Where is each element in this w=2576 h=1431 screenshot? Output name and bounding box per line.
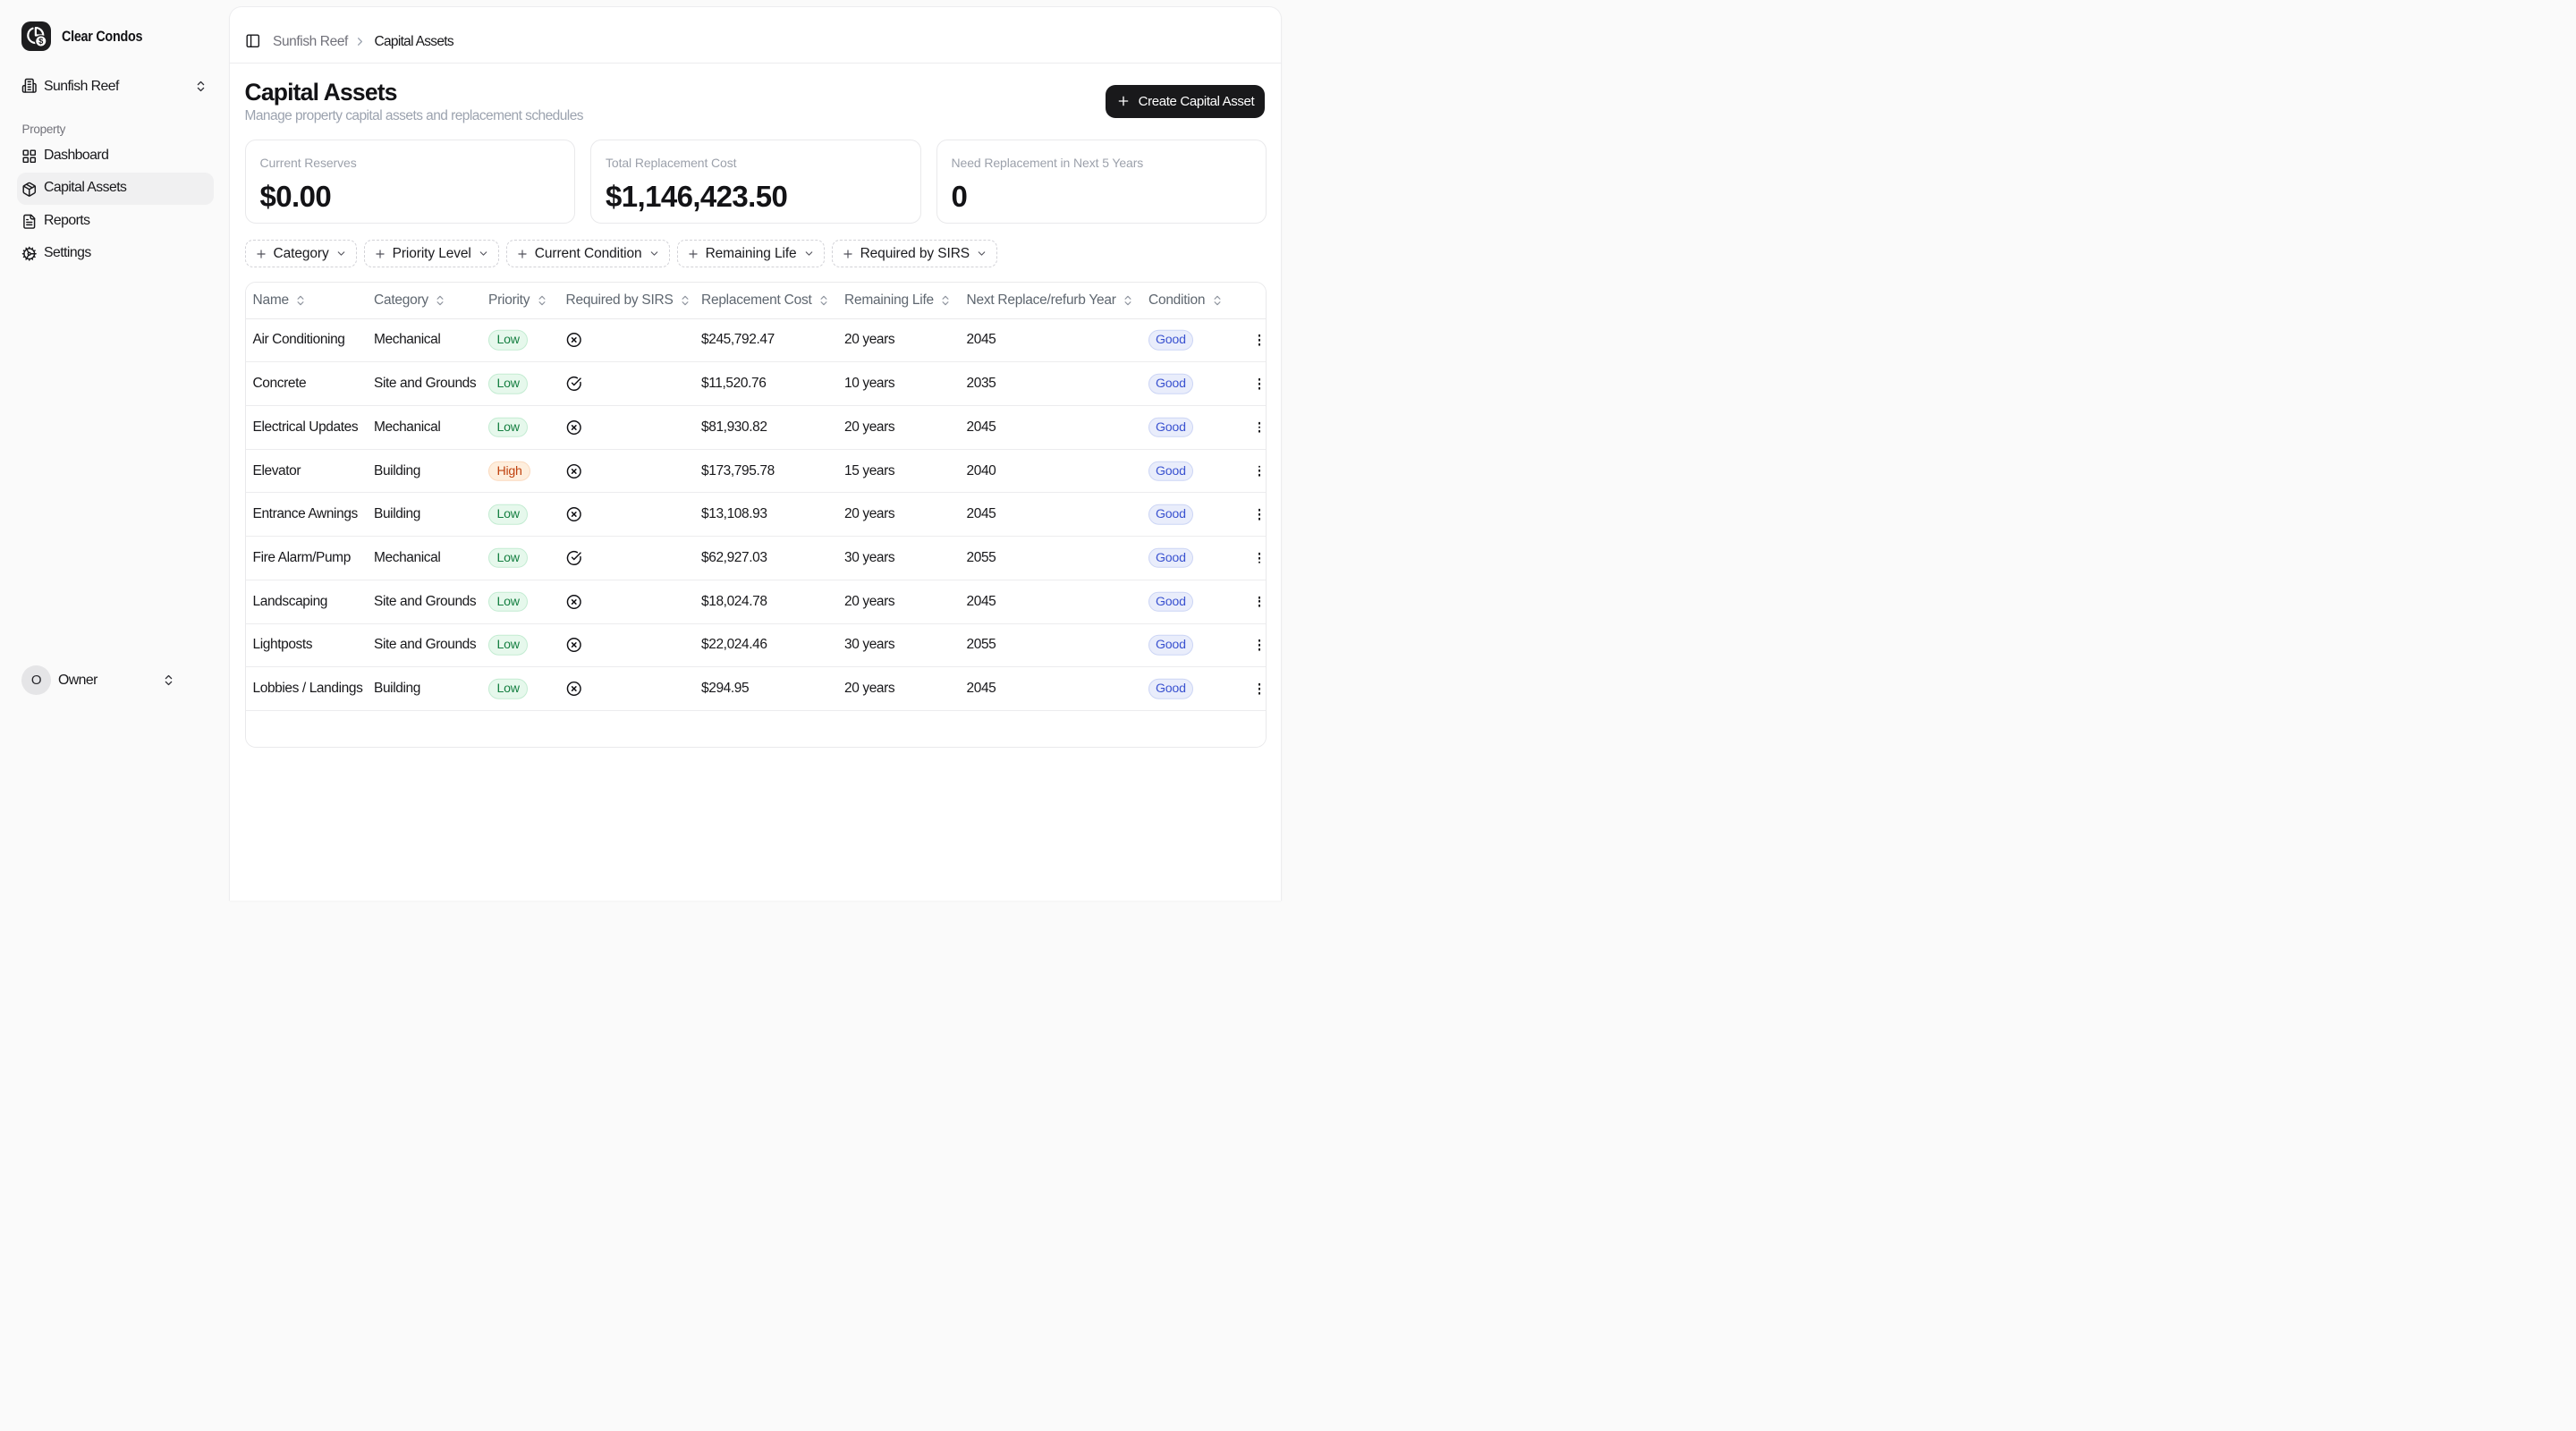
svg-text:$: $ <box>38 37 44 46</box>
